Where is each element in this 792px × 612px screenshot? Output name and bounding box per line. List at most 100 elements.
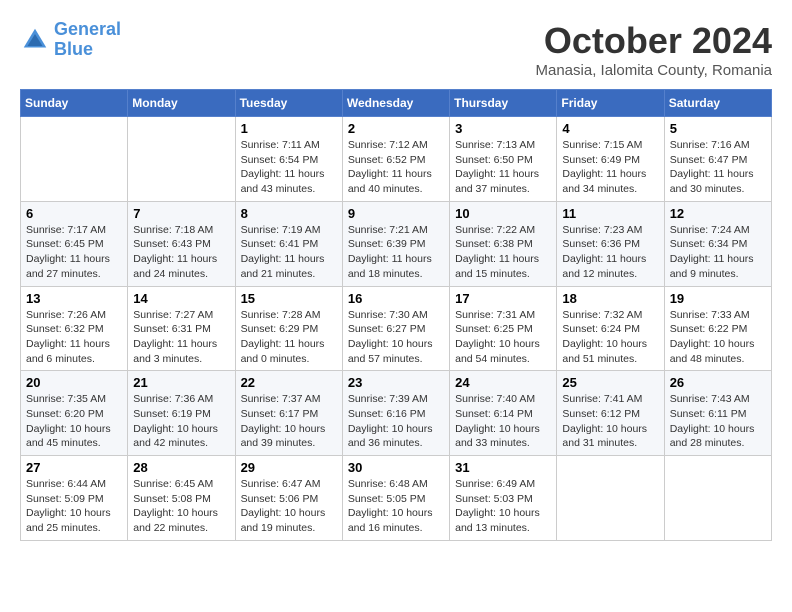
calendar-cell-4-3: 22Sunrise: 7:37 AMSunset: 6:17 PMDayligh… (235, 371, 342, 456)
calendar-cell-5-1: 27 Sunrise: 6:44 AMSunset: 5:09 PMDayligh… (21, 456, 128, 541)
week-row-1: 1Sunrise: 7:11 AMSunset: 6:54 PMDaylight… (21, 117, 772, 202)
day-number-28: 28 (133, 460, 229, 475)
day-info-29: Sunrise: 6:47 AMSunset: 5:06 PMDaylight:… (241, 477, 337, 536)
day-info-11: Sunrise: 7:23 AMSunset: 6:36 PMDaylight:… (562, 223, 658, 282)
day-info-20: Sunrise: 7:35 AMSunset: 6:20 PMDaylight:… (26, 392, 122, 451)
calendar-cell-2-7: 12Sunrise: 7:24 AMSunset: 6:34 PMDayligh… (664, 201, 771, 286)
calendar-cell-1-7: 5 Sunrise: 7:16 AMSunset: 6:47 PMDaylight… (664, 117, 771, 202)
day-number-30: 30 (348, 460, 444, 475)
day-number-11: 11 (562, 206, 658, 221)
day-number-6: 6 (26, 206, 122, 221)
week-row-3: 13Sunrise: 7:26 AMSunset: 6:32 PMDayligh… (21, 286, 772, 371)
day-number-21: 21 (133, 375, 229, 390)
logo: General Blue (20, 20, 121, 60)
day-number-2: 2 (348, 121, 444, 136)
day-info-7: Sunrise: 7:18 AMSunset: 6:43 PMDaylight:… (133, 223, 229, 282)
calendar-cell-2-6: 11 Sunrise: 7:23 AMSunset: 6:36 PMDayligh… (557, 201, 664, 286)
calendar-cell-1-4: 2Sunrise: 7:12 AMSunset: 6:52 PMDaylight… (342, 117, 449, 202)
calendar-cell-5-4: 30 Sunrise: 6:48 AMSunset: 5:05 PMDayligh… (342, 456, 449, 541)
day-info-4: Sunrise: 7:15 AMSunset: 6:49 PMDaylight:… (562, 138, 658, 197)
logo-icon (20, 25, 50, 55)
day-info-9: Sunrise: 7:21 AMSunset: 6:39 PMDaylight:… (348, 223, 444, 282)
day-number-26: 26 (670, 375, 766, 390)
calendar-cell-3-3: 15 Sunrise: 7:28 AMSunset: 6:29 PMDayligh… (235, 286, 342, 371)
day-info-13: Sunrise: 7:26 AMSunset: 6:32 PMDaylight:… (26, 308, 122, 367)
month-title: October 2024 (536, 20, 773, 62)
day-number-9: 9 (348, 206, 444, 221)
day-number-18: 18 (562, 291, 658, 306)
header-monday: Monday (128, 90, 235, 117)
header-friday: Friday (557, 90, 664, 117)
calendar-cell-2-1: 6 Sunrise: 7:17 AMSunset: 6:45 PMDaylight… (21, 201, 128, 286)
calendar-cell-4-7: 26Sunrise: 7:43 AMSunset: 6:11 PMDayligh… (664, 371, 771, 456)
header-thursday: Thursday (450, 90, 557, 117)
logo-line1: General (54, 19, 121, 39)
calendar-body: 1Sunrise: 7:11 AMSunset: 6:54 PMDaylight… (21, 117, 772, 541)
calendar-cell-1-3: 1Sunrise: 7:11 AMSunset: 6:54 PMDaylight… (235, 117, 342, 202)
day-number-4: 4 (562, 121, 658, 136)
day-number-10: 10 (455, 206, 551, 221)
day-info-16: Sunrise: 7:30 AMSunset: 6:27 PMDaylight:… (348, 308, 444, 367)
week-row-2: 6 Sunrise: 7:17 AMSunset: 6:45 PMDaylight… (21, 201, 772, 286)
calendar-cell-3-1: 13Sunrise: 7:26 AMSunset: 6:32 PMDayligh… (21, 286, 128, 371)
header-sunday: Sunday (21, 90, 128, 117)
day-number-19: 19 (670, 291, 766, 306)
calendar-cell-4-2: 21 Sunrise: 7:36 AMSunset: 6:19 PMDayligh… (128, 371, 235, 456)
calendar-cell-2-4: 9 Sunrise: 7:21 AMSunset: 6:39 PMDaylight… (342, 201, 449, 286)
calendar-table: Sunday Monday Tuesday Wednesday Thursday… (20, 89, 772, 541)
week-row-5: 27 Sunrise: 6:44 AMSunset: 5:09 PMDayligh… (21, 456, 772, 541)
day-info-6: Sunrise: 7:17 AMSunset: 6:45 PMDaylight:… (26, 223, 122, 282)
day-info-31: Sunrise: 6:49 AMSunset: 5:03 PMDaylight:… (455, 477, 551, 536)
day-number-31: 31 (455, 460, 551, 475)
logo-line2: Blue (54, 39, 93, 59)
day-info-19: Sunrise: 7:33 AMSunset: 6:22 PMDaylight:… (670, 308, 766, 367)
calendar-cell-1-1 (21, 117, 128, 202)
day-number-27: 27 (26, 460, 122, 475)
week-row-4: 20Sunrise: 7:35 AMSunset: 6:20 PMDayligh… (21, 371, 772, 456)
calendar-cell-5-5: 31 Sunrise: 6:49 AMSunset: 5:03 PMDayligh… (450, 456, 557, 541)
calendar-cell-2-2: 7Sunrise: 7:18 AMSunset: 6:43 PMDaylight… (128, 201, 235, 286)
day-info-15: Sunrise: 7:28 AMSunset: 6:29 PMDaylight:… (241, 308, 337, 367)
day-number-17: 17 (455, 291, 551, 306)
day-info-14: Sunrise: 7:27 AMSunset: 6:31 PMDaylight:… (133, 308, 229, 367)
day-info-22: Sunrise: 7:37 AMSunset: 6:17 PMDaylight:… (241, 392, 337, 451)
page-header: General Blue October 2024 Manasia, Ialom… (20, 20, 772, 79)
calendar-cell-3-5: 17 Sunrise: 7:31 AMSunset: 6:25 PMDayligh… (450, 286, 557, 371)
calendar-cell-5-3: 29 Sunrise: 6:47 AMSunset: 5:06 PMDayligh… (235, 456, 342, 541)
day-info-30: Sunrise: 6:48 AMSunset: 5:05 PMDaylight:… (348, 477, 444, 536)
day-number-24: 24 (455, 375, 551, 390)
calendar-cell-3-2: 14Sunrise: 7:27 AMSunset: 6:31 PMDayligh… (128, 286, 235, 371)
day-number-15: 15 (241, 291, 337, 306)
day-number-3: 3 (455, 121, 551, 136)
day-info-25: Sunrise: 7:41 AMSunset: 6:12 PMDaylight:… (562, 392, 658, 451)
day-info-28: Sunrise: 6:45 AMSunset: 5:08 PMDaylight:… (133, 477, 229, 536)
calendar-header: Sunday Monday Tuesday Wednesday Thursday… (21, 90, 772, 117)
calendar-cell-4-6: 25 Sunrise: 7:41 AMSunset: 6:12 PMDayligh… (557, 371, 664, 456)
day-number-23: 23 (348, 375, 444, 390)
calendar-cell-5-2: 28 Sunrise: 6:45 AMSunset: 5:08 PMDayligh… (128, 456, 235, 541)
day-number-25: 25 (562, 375, 658, 390)
calendar-cell-1-5: 3 Sunrise: 7:13 AMSunset: 6:50 PMDaylight… (450, 117, 557, 202)
day-number-29: 29 (241, 460, 337, 475)
calendar-cell-3-7: 19 Sunrise: 7:33 AMSunset: 6:22 PMDayligh… (664, 286, 771, 371)
day-number-8: 8 (241, 206, 337, 221)
day-info-5: Sunrise: 7:16 AMSunset: 6:47 PMDaylight:… (670, 138, 766, 197)
header-wednesday: Wednesday (342, 90, 449, 117)
header-saturday: Saturday (664, 90, 771, 117)
day-info-21: Sunrise: 7:36 AMSunset: 6:19 PMDaylight:… (133, 392, 229, 451)
calendar-cell-4-4: 23 Sunrise: 7:39 AMSunset: 6:16 PMDayligh… (342, 371, 449, 456)
day-info-1: Sunrise: 7:11 AMSunset: 6:54 PMDaylight:… (241, 138, 337, 197)
day-info-3: Sunrise: 7:13 AMSunset: 6:50 PMDaylight:… (455, 138, 551, 197)
calendar-cell-5-7 (664, 456, 771, 541)
day-info-17: Sunrise: 7:31 AMSunset: 6:25 PMDaylight:… (455, 308, 551, 367)
day-info-27: Sunrise: 6:44 AMSunset: 5:09 PMDaylight:… (26, 477, 122, 536)
day-info-12: Sunrise: 7:24 AMSunset: 6:34 PMDaylight:… (670, 223, 766, 282)
calendar-cell-3-6: 18Sunrise: 7:32 AMSunset: 6:24 PMDayligh… (557, 286, 664, 371)
day-info-23: Sunrise: 7:39 AMSunset: 6:16 PMDaylight:… (348, 392, 444, 451)
location: Manasia, Ialomita County, Romania (536, 62, 773, 79)
day-number-16: 16 (348, 291, 444, 306)
day-info-8: Sunrise: 7:19 AMSunset: 6:41 PMDaylight:… (241, 223, 337, 282)
day-number-5: 5 (670, 121, 766, 136)
calendar-cell-4-1: 20Sunrise: 7:35 AMSunset: 6:20 PMDayligh… (21, 371, 128, 456)
calendar-cell-2-5: 10Sunrise: 7:22 AMSunset: 6:38 PMDayligh… (450, 201, 557, 286)
